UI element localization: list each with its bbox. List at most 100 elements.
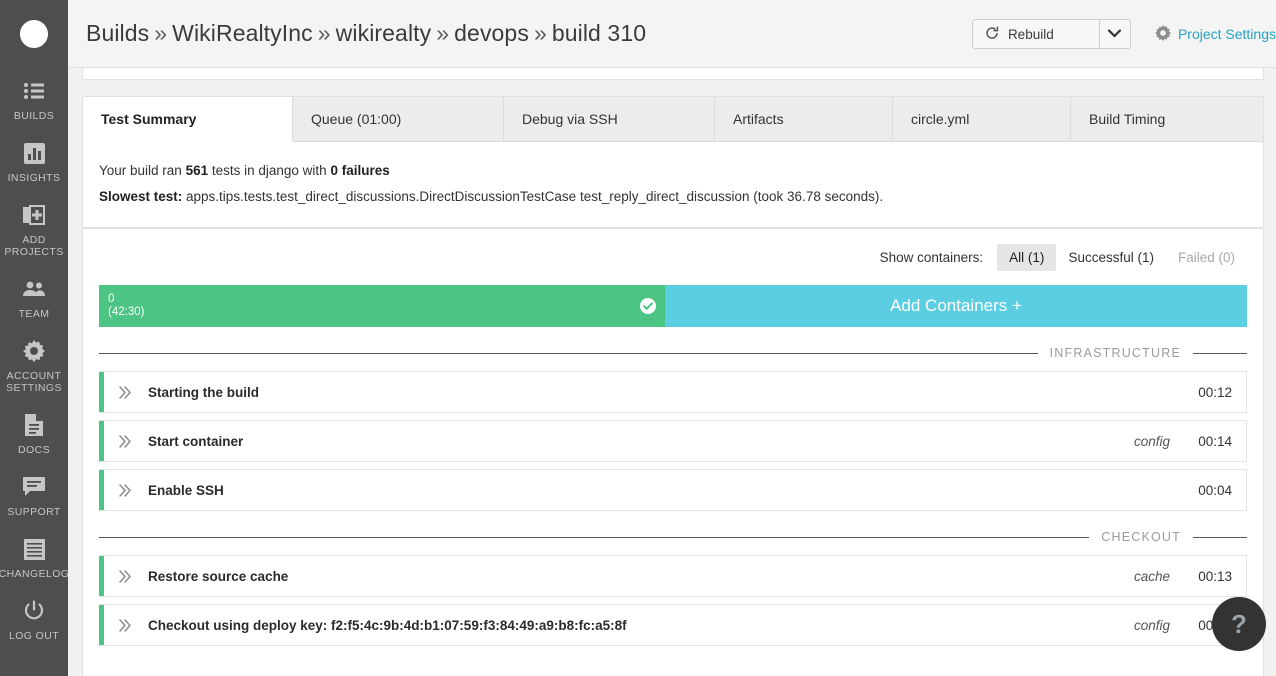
step-kind: cache (1133, 568, 1170, 584)
container-filters: Show containers: All (1) Successful (1) … (99, 229, 1247, 285)
question-mark-icon: ? (1231, 608, 1247, 639)
test-summary-panel: Your build ran 561 tests in django with … (83, 142, 1263, 227)
double-chevron-icon (104, 569, 148, 584)
sidebar-label-docs: Docs (18, 444, 50, 456)
tab-build-timing[interactable]: Build Timing (1071, 97, 1263, 142)
sidebar-label-changelog: Changelog (0, 568, 68, 580)
rebuild-button[interactable]: Rebuild (971, 19, 1100, 49)
summary-test-count: 561 (185, 163, 209, 178)
step-kind: config (1133, 617, 1170, 633)
topbar-actions: Rebuild Project Settings (971, 0, 1276, 68)
build-tabs-card: Test Summary Queue (01:00) Debug via SSH… (82, 96, 1264, 228)
section-title: CHECKOUT (1101, 530, 1181, 544)
step-name: Start container (148, 433, 244, 449)
sidebar: Builds Insights (0, 0, 68, 676)
topbar: Builds» WikiRealtyInc» wikirealty» devops» b… (68, 0, 1276, 68)
project-settings-label: Project Settings (1177, 26, 1276, 42)
divider-line (99, 536, 1090, 538)
add-containers-label: Add Containers + (890, 296, 1022, 315)
breadcrumb-branch[interactable]: devops (454, 20, 529, 46)
filter-successful-button[interactable]: Successful (1) (1056, 244, 1166, 271)
breadcrumb-project[interactable]: wikirealty (336, 20, 432, 46)
tab-queue[interactable]: Queue (01:00) (293, 97, 504, 142)
section-divider-checkout: CHECKOUT (99, 519, 1247, 555)
sidebar-item-insights[interactable]: Insights (0, 130, 68, 192)
app-root: Builds Insights (0, 0, 1276, 676)
sidebar-item-team[interactable]: Team (0, 266, 68, 328)
add-project-icon (21, 202, 47, 228)
breadcrumb: Builds» WikiRealtyInc» wikirealty» devops» b… (86, 20, 646, 47)
bar-chart-icon (21, 140, 47, 166)
help-button[interactable]: ? (1212, 597, 1266, 651)
tab-test-summary[interactable]: Test Summary (83, 97, 293, 142)
sidebar-item-docs[interactable]: Docs (0, 402, 68, 464)
sidebar-item-add-projects[interactable]: Add Projects (0, 192, 68, 266)
sidebar-label-insights: Insights (7, 172, 61, 184)
tab-artifacts[interactable]: Artifacts (715, 97, 893, 142)
show-containers-label: Show containers: (879, 249, 984, 265)
tab-debug-via-ssh[interactable]: Debug via SSH (504, 97, 715, 142)
divider-line (1193, 352, 1247, 354)
summary-mid: tests in django with (208, 163, 331, 178)
power-icon (21, 598, 47, 624)
breadcrumb-sep: » (533, 20, 547, 46)
breadcrumb-sep: » (154, 20, 168, 46)
step-duration: 00:04 (1198, 482, 1232, 498)
sidebar-item-log-out[interactable]: Log Out (0, 588, 68, 650)
double-chevron-icon (104, 618, 148, 633)
main-content: Builds» WikiRealtyInc» wikirealty» devops» b… (68, 0, 1276, 676)
table-row[interactable]: Restore source cache cache 00:13 (99, 555, 1247, 597)
speech-bubble-icon (21, 474, 47, 500)
document-icon (21, 412, 47, 438)
check-circle-icon (640, 298, 656, 314)
step-name: Checkout using deploy key: f2:f5:4c:9b:4… (148, 617, 627, 633)
divider-line (99, 352, 1038, 354)
container-bar: 0 (42:30) Add Containers + (99, 285, 1247, 327)
table-row[interactable]: Starting the build 00:12 (99, 371, 1247, 413)
double-chevron-icon (104, 385, 148, 400)
double-chevron-icon (104, 434, 148, 449)
rebuild-dropdown-button[interactable] (1099, 19, 1131, 49)
tab-label: circle.yml (911, 111, 970, 127)
divider-line (1193, 536, 1247, 538)
scrolled-card-fragment (82, 68, 1264, 80)
chevron-down-icon (1108, 25, 1122, 43)
double-chevron-icon (104, 483, 148, 498)
sidebar-label-team: Team (18, 308, 50, 320)
container-0[interactable]: 0 (42:30) (99, 285, 665, 327)
slowest-test-value: apps.tips.tests.test_direct_discussions.… (182, 189, 884, 204)
step-duration: 00:13 (1198, 568, 1232, 584)
breadcrumb-org[interactable]: WikiRealtyInc (172, 20, 313, 46)
sidebar-item-changelog[interactable]: Changelog (0, 526, 68, 588)
sidebar-item-account-settings[interactable]: Account Settings (0, 328, 68, 402)
gear-icon (1154, 24, 1171, 44)
container-index: 0 (108, 293, 115, 305)
filter-all-button[interactable]: All (1) (997, 243, 1057, 271)
slowest-test-label: Slowest test: (99, 189, 183, 204)
tab-circle-yml[interactable]: circle.yml (893, 97, 1071, 142)
table-row[interactable]: Start container config 00:14 (99, 420, 1247, 462)
tab-label: Debug via SSH (522, 111, 618, 127)
circleci-logo[interactable] (0, 0, 68, 68)
tab-label: Build Timing (1089, 111, 1166, 127)
sidebar-item-builds[interactable]: Builds (0, 68, 68, 130)
sidebar-label-log-out: Log Out (8, 630, 60, 642)
table-row[interactable]: Checkout using deploy key: f2:f5:4c:9b:4… (99, 604, 1247, 646)
rebuild-label: Rebuild (1007, 26, 1054, 42)
step-name: Enable SSH (148, 482, 224, 498)
summary-prefix: Your build ran (99, 163, 186, 178)
sidebar-item-support[interactable]: Support (0, 464, 68, 526)
refresh-icon (985, 26, 999, 43)
breadcrumb-build[interactable]: build 310 (552, 20, 646, 46)
people-icon (21, 276, 47, 302)
breadcrumb-builds[interactable]: Builds (86, 20, 149, 46)
add-containers-button[interactable]: Add Containers + (665, 285, 1247, 327)
summary-line-slowest: Slowest test: apps.tips.tests.test_direc… (99, 186, 1247, 207)
container-duration: (42:30) (108, 306, 145, 318)
project-settings-link[interactable]: Project Settings (1154, 24, 1276, 44)
changelog-icon (21, 536, 47, 562)
table-row[interactable]: Enable SSH 00:04 (99, 469, 1247, 511)
sidebar-label-account-settings: Account Settings (6, 370, 62, 394)
filter-failed-button[interactable]: Failed (0) (1166, 244, 1247, 271)
summary-line-tests: Your build ran 561 tests in django with … (99, 160, 1247, 181)
